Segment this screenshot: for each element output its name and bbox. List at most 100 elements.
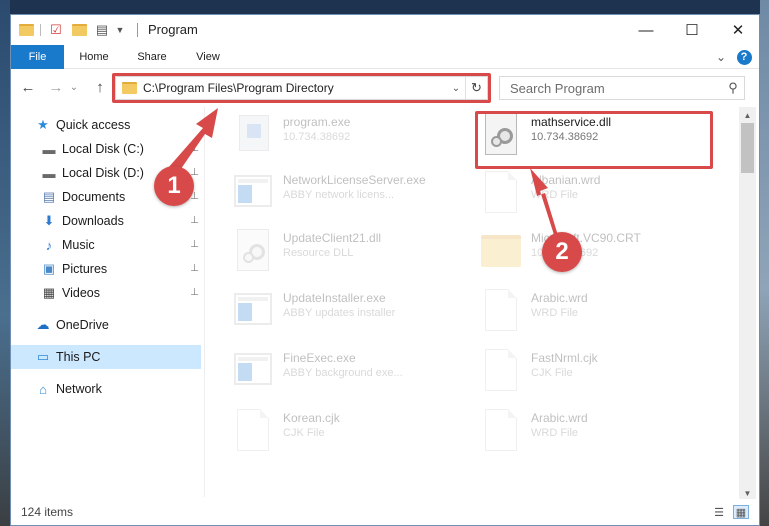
- search-placeholder: Search Program: [510, 80, 605, 96]
- file-detail: WRD File: [531, 427, 579, 439]
- up-button[interactable]: ↑: [89, 77, 111, 97]
- file-detail: ABBY network licens...: [283, 189, 395, 201]
- file-item-korean-cjk[interactable]: Korean.cjk CJK File: [231, 407, 471, 457]
- file-name: Arabic.wrd: [531, 291, 588, 305]
- sidebar-item-label: OneDrive: [56, 318, 109, 332]
- search-icon[interactable]: ⚲: [722, 80, 744, 96]
- address-path[interactable]: C:\Program Files\Program Directory: [143, 81, 447, 95]
- dll-file-icon: [231, 227, 275, 273]
- application-icon: [231, 287, 275, 333]
- file-name: mathservice.dll: [531, 115, 612, 129]
- sidebar-item-this-pc[interactable]: ▭ This PC: [11, 345, 201, 369]
- folder-icon: [479, 227, 523, 273]
- sidebar-item-onedrive[interactable]: ☁ OneDrive: [11, 313, 201, 337]
- vertical-scrollbar[interactable]: ▲ ▼: [739, 107, 756, 501]
- file-item-updateinstaller-exe[interactable]: UpdateInstaller.exe ABBY updates installe…: [231, 287, 471, 337]
- forward-button[interactable]: →: [45, 77, 67, 97]
- sidebar-item-label: Documents: [62, 190, 126, 204]
- maximize-button[interactable]: ☐: [669, 15, 715, 45]
- network-icon: ⌂: [39, 381, 47, 397]
- sidebar-item-downloads[interactable]: ⬇ Downloads ⊥: [11, 209, 201, 233]
- search-input[interactable]: Search Program ⚲: [499, 76, 745, 100]
- file-detail: CJK File: [283, 427, 325, 439]
- tab-share[interactable]: Share: [127, 45, 177, 69]
- navigation-bar: ← → ⌄ ↑ C:\Program Files\Program Directo…: [11, 70, 759, 104]
- file-item-arabic-wrd-2[interactable]: Arabic.wrd WRD File: [479, 407, 719, 457]
- desktop-background: [760, 0, 769, 526]
- drive-icon: ▬: [42, 165, 56, 181]
- folder-icon[interactable]: [17, 21, 35, 39]
- file-item-program-exe[interactable]: program.exe 10.734.38692: [231, 111, 471, 161]
- sidebar-item-local-disk-c[interactable]: ▬ Local Disk (C:) ⊥: [11, 137, 201, 161]
- properties-icon[interactable]: ☑: [46, 21, 66, 39]
- tab-home[interactable]: Home: [69, 45, 119, 69]
- sidebar-item-label: Videos: [62, 286, 100, 300]
- close-button[interactable]: ✕: [715, 15, 759, 45]
- file-detail: ABBY updates installer: [283, 307, 396, 319]
- computer-icon: ▭: [36, 349, 50, 364]
- refresh-button[interactable]: ↻: [465, 77, 487, 99]
- document-icon: [479, 287, 523, 333]
- sidebar-item-label: Downloads: [62, 214, 124, 228]
- sidebar-item-label: Network: [56, 382, 102, 396]
- back-button[interactable]: ←: [17, 77, 39, 97]
- step-badge-2: 2: [542, 232, 582, 272]
- pin-icon: ⊥: [190, 287, 199, 298]
- customize-toolbar-icon[interactable]: ▤: [91, 21, 113, 39]
- recent-locations-button[interactable]: ⌄: [67, 77, 81, 97]
- title-bar: ☑ ▤ ▼ Program — ☐ ✕: [11, 15, 759, 45]
- dll-file-icon: [479, 111, 523, 157]
- pane-divider[interactable]: [204, 107, 205, 497]
- pin-icon: ⊥: [190, 143, 199, 154]
- sidebar-item-label: Local Disk (D:): [62, 166, 144, 180]
- tab-view[interactable]: View: [183, 45, 233, 69]
- file-item-networklicenseserver-exe[interactable]: NetworkLicenseServer.exe ABBY network lic…: [231, 169, 471, 219]
- new-folder-icon[interactable]: [69, 21, 89, 39]
- help-button[interactable]: ?: [735, 48, 753, 66]
- scrollbar-thumb[interactable]: [741, 123, 754, 173]
- large-icons-view-button[interactable]: ▦: [733, 505, 749, 519]
- toolbar-dropdown-icon[interactable]: ▼: [113, 21, 127, 39]
- sidebar-item-label: Local Disk (C:): [62, 142, 144, 156]
- pictures-icon: ▣: [42, 261, 56, 276]
- file-detail: Resource DLL: [283, 247, 354, 259]
- download-icon: ⬇: [43, 213, 55, 228]
- file-item-fastnrml-cjk[interactable]: FastNrml.cjk CJK File: [479, 347, 719, 397]
- step-badge-1: 1: [154, 166, 194, 206]
- file-name: FineExec.exe: [283, 351, 356, 365]
- file-item-albanian-wrd[interactable]: Albanian.wrd WRD File: [479, 169, 719, 219]
- desktop-background: [0, 0, 10, 526]
- file-detail: 10.734.38692: [531, 131, 599, 143]
- file-detail: WRD File: [531, 189, 579, 201]
- application-icon: [231, 111, 275, 157]
- file-name: Korean.cjk: [283, 411, 340, 425]
- explorer-window: ☑ ▤ ▼ Program — ☐ ✕ File Home Share View…: [10, 14, 760, 526]
- file-item-arabic-wrd[interactable]: Arabic.wrd WRD File: [479, 287, 719, 337]
- chevron-down-icon[interactable]: ⌄: [447, 83, 465, 94]
- window-title: Program: [148, 22, 198, 37]
- sidebar-item-pictures[interactable]: ▣ Pictures ⊥: [11, 257, 201, 281]
- separator: [38, 21, 42, 39]
- cloud-icon: ☁: [36, 317, 50, 332]
- scroll-up-arrow[interactable]: ▲: [739, 107, 756, 123]
- sidebar-item-videos[interactable]: ▦ Videos ⊥: [11, 281, 201, 305]
- tab-file[interactable]: File: [11, 45, 64, 69]
- sidebar-item-label: This PC: [56, 350, 101, 364]
- file-list: program.exe 10.734.38692 mathservice.dll 1…: [211, 107, 739, 501]
- sidebar-item-network[interactable]: ⌂ Network: [11, 377, 201, 401]
- file-item-fineexec-exe[interactable]: FineExec.exe ABBY background exe...: [231, 347, 471, 397]
- minimize-button[interactable]: —: [623, 15, 669, 45]
- expand-ribbon-button[interactable]: ⌄: [711, 48, 731, 66]
- pin-icon: ⊥: [190, 263, 199, 274]
- folder-item-microsoft-vc90-crt[interactable]: Microsoft.VC90.CRT10.734.38692: [479, 227, 719, 277]
- details-view-button[interactable]: ☰: [711, 505, 727, 519]
- file-name: program.exe: [283, 115, 351, 129]
- file-item-mathservice-dll[interactable]: mathservice.dll 10.734.38692: [479, 111, 719, 161]
- sidebar-item-label: Pictures: [62, 262, 108, 276]
- sidebar-item-music[interactable]: ♪ Music ⊥: [11, 233, 201, 257]
- status-bar: 124 items ☰ ▦: [11, 499, 759, 525]
- address-bar[interactable]: C:\Program Files\Program Directory ⌄ ↻: [115, 76, 488, 100]
- file-item-updateclient21-dll[interactable]: UpdateClient21.dll Resource DLL: [231, 227, 471, 277]
- sidebar-item-quick-access[interactable]: ★ Quick access: [11, 113, 201, 137]
- documents-icon: ▤: [42, 189, 56, 204]
